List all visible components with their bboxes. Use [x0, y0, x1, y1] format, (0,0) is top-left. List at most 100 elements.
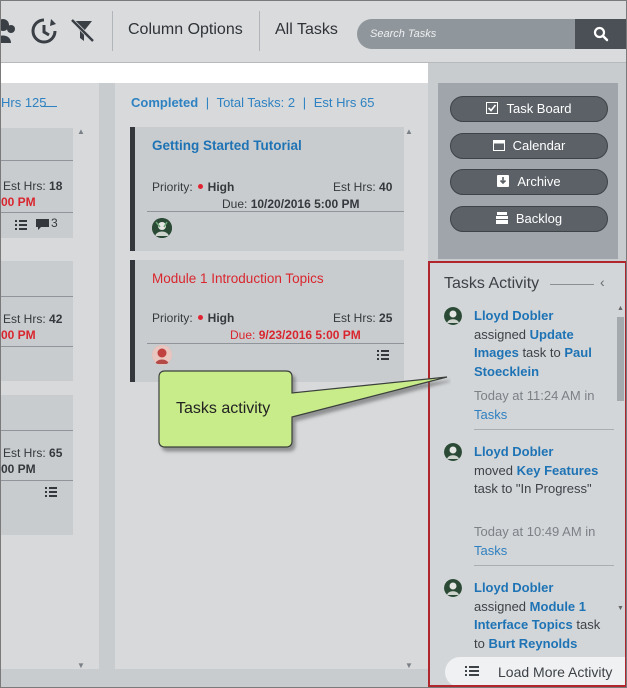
search-icon	[593, 26, 609, 42]
est-label: Est Hrs:	[3, 179, 46, 193]
view-switcher: Task Board Calendar Archive Backlog	[438, 83, 618, 259]
search-input[interactable]	[357, 19, 575, 49]
card-divider	[1, 430, 73, 431]
calendar-button[interactable]: Calendar	[450, 133, 608, 159]
search-button[interactable]	[575, 19, 626, 49]
user-link[interactable]: Lloyd Dobler	[474, 580, 553, 595]
scroll-up-arrow[interactable]: ▲	[76, 127, 86, 136]
scroll-up-arrow[interactable]: ▲	[404, 127, 414, 136]
priority-value: High	[207, 311, 235, 325]
checkbox-icon	[486, 98, 499, 114]
task-title[interactable]: Module 1 Introduction Topics	[152, 271, 324, 286]
activity-title: Tasks Activity	[444, 275, 540, 292]
priority-label: Priority:	[152, 180, 193, 194]
priority-dot	[197, 315, 203, 321]
comment-count: 3	[51, 216, 58, 230]
filter-clear-icon[interactable]	[69, 17, 97, 45]
board-link[interactable]: Tasks	[474, 543, 507, 558]
card-est-hrs: Est Hrs: 18	[3, 179, 62, 193]
title-rule	[550, 284, 594, 285]
load-more-label: Load More Activity	[498, 664, 613, 680]
backlog-label: Backlog	[515, 211, 563, 226]
activity-text: Lloyd Dobler assigned Update Images task…	[474, 307, 604, 381]
calendar-label: Calendar	[512, 138, 566, 153]
scroll-up-arrow[interactable]: ▲	[616, 305, 625, 313]
board-link[interactable]: Tasks	[474, 407, 507, 422]
side-panel: Task Board Calendar Archive Backlog Task…	[428, 63, 626, 687]
task-due: Due: 10/20/2016 5:00 PM	[222, 197, 359, 211]
board-column-partial: Hrs 125 ▲ ▼ Est Hrs: 18 00 PM 3 Est Hrs:…	[1, 83, 99, 670]
load-more-activity-button[interactable]: Load More Activity	[445, 657, 625, 685]
activity-verb: assigned	[474, 326, 527, 342]
card-divider	[1, 296, 73, 297]
task-card-partial[interactable]: Est Hrs: 65 00 PM	[1, 395, 73, 535]
card-divider	[1, 480, 73, 481]
calendar-icon	[492, 135, 505, 151]
scrollbar-thumb[interactable]	[617, 317, 624, 401]
est-label: Est Hrs:	[3, 312, 46, 326]
task-title[interactable]: Getting Started Tutorial	[152, 138, 302, 153]
checklist-icon[interactable]	[15, 218, 27, 236]
activity-scrollbar[interactable]: ▲ ▼	[616, 305, 625, 685]
est-label: Est Hrs:	[333, 311, 376, 325]
user-avatar[interactable]	[444, 579, 462, 597]
card-est-hrs: Est Hrs: 42	[3, 312, 62, 326]
backlog-button[interactable]: Backlog	[450, 206, 608, 232]
task-priority: Priority: High	[152, 180, 234, 194]
search-box	[357, 19, 626, 49]
card-due-partial: 00 PM	[1, 462, 36, 476]
collapse-chevron-icon[interactable]: ‹	[600, 274, 605, 290]
archive-icon	[497, 171, 510, 187]
user-avatar[interactable]	[444, 307, 462, 325]
activity-text: Lloyd Dobler assigned Module 1 Interface…	[474, 579, 604, 653]
archive-button[interactable]: Archive	[450, 169, 608, 195]
card-est-hrs: Est Hrs: 65	[3, 446, 62, 460]
toolbar: Column Options All Tasks	[1, 1, 626, 63]
due-label: Due:	[222, 197, 248, 211]
task-priority: Priority: High	[152, 311, 234, 325]
activity-mid: task to "In Progress"	[474, 481, 592, 496]
card-due-partial: 00 PM	[1, 195, 36, 209]
est-value: 18	[49, 179, 63, 193]
activity-verb: moved	[474, 462, 514, 478]
priority-label: Priority:	[152, 311, 193, 325]
task-link[interactable]: Key Features	[517, 463, 599, 478]
card-divider	[1, 346, 73, 347]
user-link[interactable]: Lloyd Dobler	[474, 308, 553, 323]
users-icon[interactable]	[1, 17, 23, 45]
callout-text: Tasks activity	[176, 400, 271, 417]
assignee-avatar[interactable]	[152, 218, 172, 238]
task-board-button[interactable]: Task Board	[450, 96, 608, 122]
scroll-down-arrow[interactable]: ▼	[404, 661, 414, 670]
priority-value: High	[207, 180, 235, 194]
card-divider	[147, 343, 404, 344]
due-value: 9/23/2016 5:00 PM	[258, 328, 361, 342]
assignee-link[interactable]: Burt Reynolds	[488, 636, 577, 651]
column-header-partial: Hrs 125	[1, 95, 47, 110]
task-card-partial[interactable]: Est Hrs: 42 00 PM	[1, 261, 73, 381]
column-name[interactable]: Completed	[131, 95, 198, 110]
task-est-hrs: Est Hrs: 25	[333, 311, 392, 325]
est-label: Est Hrs:	[333, 180, 376, 194]
comment-icon[interactable]	[36, 218, 49, 236]
due-label: Due:	[230, 328, 256, 342]
separator: |	[302, 95, 307, 110]
card-divider	[1, 212, 73, 213]
scroll-down-arrow[interactable]: ▼	[76, 661, 86, 670]
column-options-button[interactable]: Column Options	[128, 21, 243, 39]
all-tasks-button[interactable]: All Tasks	[275, 21, 338, 39]
archive-label: Archive	[517, 174, 561, 189]
activity-divider	[474, 565, 614, 566]
clock-refresh-icon[interactable]	[30, 17, 58, 45]
task-card-partial[interactable]: Est Hrs: 18 00 PM 3	[1, 128, 73, 238]
scroll-down-arrow[interactable]: ▼	[616, 605, 625, 613]
list-icon	[465, 664, 479, 680]
separator: |	[205, 95, 210, 110]
user-link[interactable]: Lloyd Dobler	[474, 444, 553, 459]
card-due-partial: 00 PM	[1, 328, 36, 342]
task-card[interactable]: Getting Started Tutorial Priority: High E…	[130, 127, 404, 251]
priority-dot	[197, 184, 203, 190]
checklist-icon[interactable]	[45, 485, 57, 503]
due-value: 10/20/2016 5:00 PM	[250, 197, 360, 211]
backlog-icon	[495, 208, 508, 224]
